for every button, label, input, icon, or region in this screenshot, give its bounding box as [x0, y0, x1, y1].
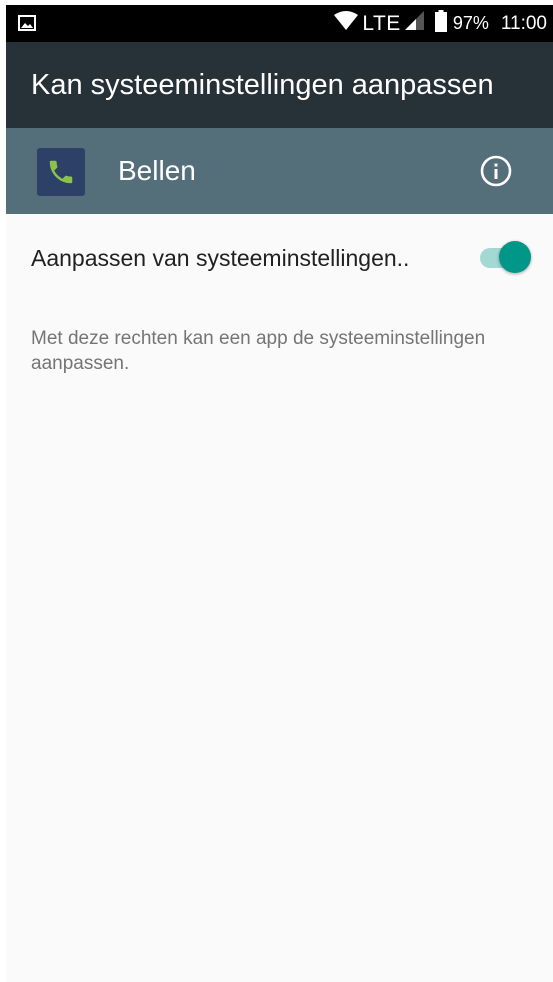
phone-icon — [37, 148, 85, 196]
image-notification-icon — [18, 14, 36, 32]
setting-label: Aanpassen van systeeminstellingen.. — [31, 245, 410, 271]
modify-system-settings-toggle[interactable] — [480, 239, 531, 275]
modify-system-settings-row[interactable]: Aanpassen van systeeminstellingen.. — [6, 214, 553, 302]
network-type: LTE — [362, 11, 401, 35]
status-bar: LTE 97% 11:00 — [6, 5, 553, 42]
status-icons: LTE 97% 11:00 — [334, 5, 547, 42]
permission-description: Met deze rechten kan een app de systeemi… — [31, 328, 486, 374]
cell-signal-icon — [404, 10, 425, 37]
toolbar: Kan systeeminstellingen aanpassen — [6, 42, 553, 128]
toggle-thumb — [499, 241, 531, 273]
screen: LTE 97% 11:00 Kan systeeminstellingen aa… — [6, 5, 553, 982]
info-icon[interactable] — [479, 154, 513, 188]
battery-percent: 97% — [452, 13, 489, 33]
battery-icon — [434, 9, 447, 38]
clock: 11:00 — [500, 12, 547, 34]
wifi-icon — [334, 10, 359, 37]
page-title: Kan systeeminstellingen aanpassen — [31, 69, 494, 101]
app-name: Bellen — [118, 155, 196, 186]
app-header: Bellen — [6, 128, 553, 214]
